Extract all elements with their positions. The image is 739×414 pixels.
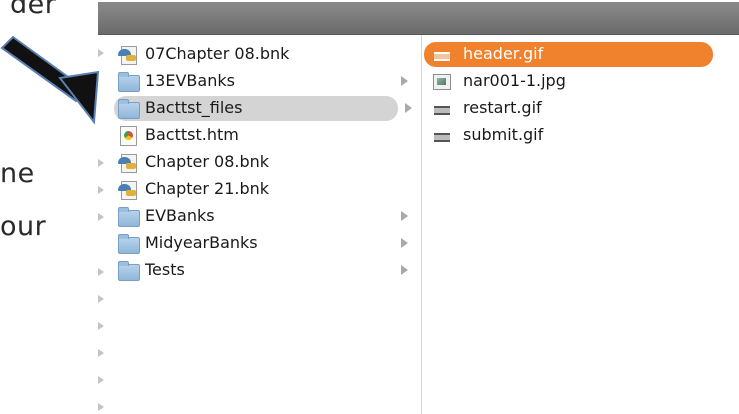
slide-text-fragment: our	[0, 211, 47, 242]
file-name: MidyearBanks	[145, 233, 258, 252]
slide-text-fragment: der	[10, 0, 57, 20]
file-name: restart.gif	[463, 98, 542, 117]
file-row-07chapter-08-bnk[interactable]: 07Chapter 08.bnk	[112, 42, 418, 67]
file-name: 07Chapter 08.bnk	[145, 44, 290, 63]
file-row-nar001-1-jpg[interactable]: nar001-1.jpg	[424, 69, 713, 94]
folder-row-13evbanks[interactable]: 13EVBanks	[112, 69, 418, 94]
folder-icon	[118, 99, 140, 119]
folder-icon	[118, 72, 140, 92]
file-name: header.gif	[463, 44, 544, 63]
finder-window: 07Chapter 08.bnk 13EVBanks Bacttst_files…	[98, 2, 739, 414]
file-row-bacttst-htm[interactable]: Bacttst.htm	[112, 123, 418, 148]
disclosure-triangle-icon[interactable]	[98, 49, 104, 57]
file-name: Bacttst_files	[145, 98, 243, 117]
chevron-right-icon	[401, 76, 408, 86]
file-row-restart-gif[interactable]: restart.gif	[424, 96, 713, 121]
disclosure-triangle-icon	[98, 322, 104, 330]
folder-row-tests[interactable]: Tests	[112, 258, 418, 283]
disclosure-triangle-icon	[98, 403, 104, 411]
finder-column-1[interactable]: 07Chapter 08.bnk 13EVBanks Bacttst_files…	[98, 35, 420, 414]
file-name: 13EVBanks	[145, 71, 235, 90]
file-name: Chapter 08.bnk	[145, 152, 270, 171]
slide-text-fragment: ne	[0, 158, 35, 189]
gif-file-icon	[432, 126, 452, 145]
bank-file-icon	[118, 180, 138, 200]
gif-file-icon	[432, 45, 452, 64]
chevron-right-icon	[401, 238, 408, 248]
file-row-submit-gif[interactable]: submit.gif	[424, 123, 713, 148]
file-name: submit.gif	[463, 125, 544, 144]
disclosure-triangle-icon[interactable]	[98, 213, 104, 221]
chevron-right-icon	[405, 103, 412, 113]
bank-file-icon	[118, 153, 138, 173]
gif-file-icon	[432, 99, 452, 118]
chevron-right-icon	[401, 211, 408, 221]
jpg-file-icon	[432, 72, 452, 91]
file-name: Tests	[145, 260, 185, 279]
disclosure-triangle-icon[interactable]	[98, 268, 104, 276]
folder-icon	[118, 207, 140, 227]
folder-icon	[118, 261, 140, 281]
disclosure-triangle-icon[interactable]	[98, 186, 104, 194]
file-name: EVBanks	[145, 206, 215, 225]
folder-icon	[118, 234, 140, 254]
folder-row-midyearbanks[interactable]: MidyearBanks	[112, 231, 418, 256]
finder-column-2[interactable]: header.gif nar001-1.jpg restart.gif subm…	[421, 35, 739, 414]
disclosure-triangle-icon[interactable]	[98, 295, 104, 303]
disclosure-triangle-icon	[98, 376, 104, 384]
folder-row-evbanks[interactable]: EVBanks	[112, 204, 418, 229]
disclosure-gutter	[98, 35, 112, 414]
file-row-header-gif[interactable]: header.gif	[424, 42, 713, 67]
arrow-head	[58, 70, 100, 125]
file-row-chapter-08-bnk[interactable]: Chapter 08.bnk	[112, 150, 418, 175]
finder-titlebar	[98, 2, 739, 35]
html-file-icon	[118, 126, 138, 146]
bank-file-icon	[118, 45, 138, 65]
chevron-right-icon	[401, 265, 408, 275]
arrow-shaft	[0, 35, 88, 103]
folder-row-bacttst-files[interactable]: Bacttst_files	[114, 96, 398, 121]
file-name: Chapter 21.bnk	[145, 179, 270, 198]
disclosure-triangle-icon	[98, 349, 104, 357]
disclosure-triangle-icon[interactable]	[98, 159, 104, 167]
file-name: Bacttst.htm	[145, 125, 239, 144]
file-name: nar001-1.jpg	[463, 71, 566, 90]
file-row-chapter-21-bnk[interactable]: Chapter 21.bnk	[112, 177, 418, 202]
